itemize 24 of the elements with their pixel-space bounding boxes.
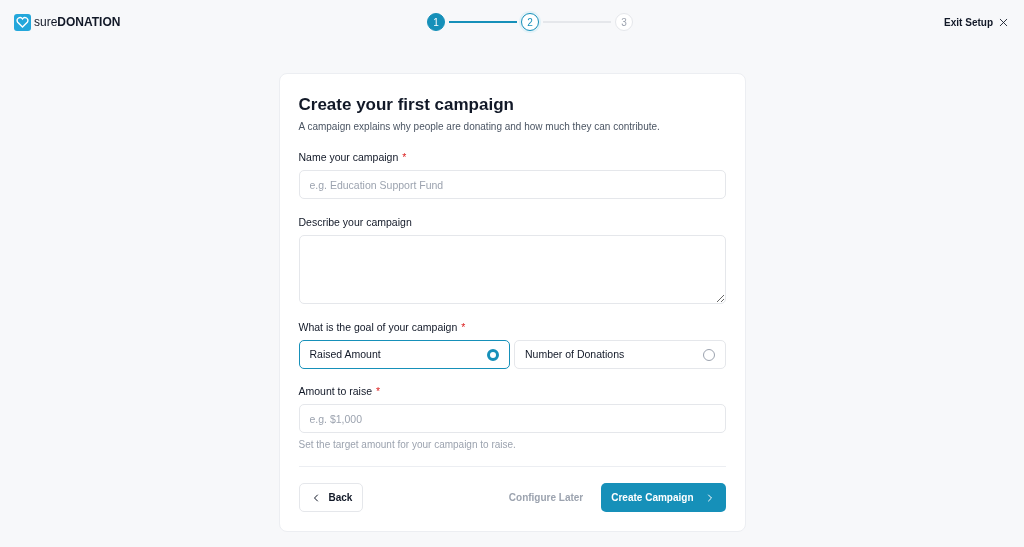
field-label: Describe your campaign (298, 216, 412, 229)
exit-setup-button[interactable]: Exit Setup (944, 14, 1010, 30)
card-title: Create your first campaign (298, 94, 515, 116)
heart-logo-icon (14, 13, 31, 31)
card-subtitle: A campaign explains why people are donating and how much they can contribute. (298, 120, 661, 133)
goal-option[interactable]: Number of Donations (514, 340, 726, 369)
required-mark: * (376, 385, 381, 398)
step-indicator: 2 (521, 13, 539, 31)
description-field[interactable] (298, 235, 726, 304)
back-button[interactable]: Back (298, 483, 364, 512)
campaign-name-field[interactable]: e.g. Education Support Fund (298, 170, 726, 199)
create-campaign-button[interactable]: Create Campaign (601, 483, 726, 512)
required-mark: * (461, 321, 466, 334)
required-mark: * (402, 151, 407, 164)
field-label: What is the goal of your campaign (298, 321, 458, 334)
field-label: Name your campaign (298, 151, 399, 164)
step-indicator: 1 (427, 13, 445, 31)
field-label: Amount to raise (298, 385, 373, 398)
radio-icon (487, 348, 499, 361)
brand-logo: sureDONATION (34, 14, 121, 31)
amount-field[interactable]: e.g. $1,000 (298, 404, 726, 433)
help-text: Set the target amount for your campaign to raise. (298, 438, 517, 451)
step-indicator: 3 (615, 13, 633, 31)
goal-option[interactable]: Raised Amount (298, 340, 510, 369)
